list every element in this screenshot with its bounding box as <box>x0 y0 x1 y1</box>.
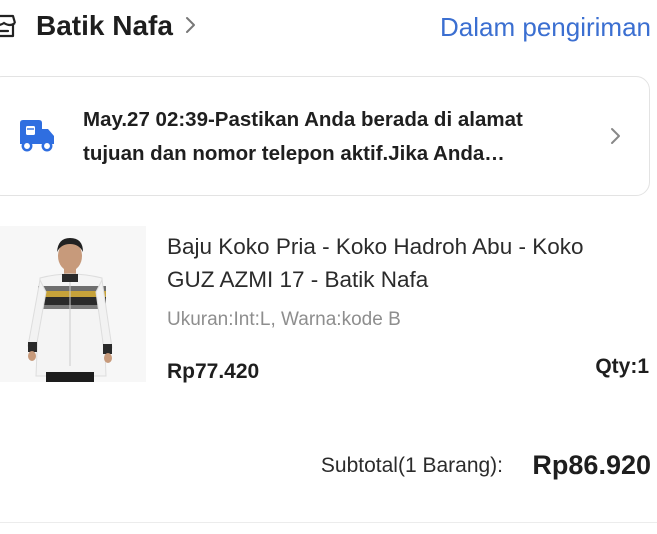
subtotal-row: Subtotal(1 Barang): Rp86.920 <box>0 446 657 486</box>
product-quantity: Qty:1 <box>595 355 649 378</box>
truck-icon <box>17 117 57 153</box>
store-name[interactable]: Batik Nafa <box>36 10 173 42</box>
store-icon <box>0 12 18 40</box>
chevron-right-icon[interactable] <box>609 125 623 147</box>
subtotal-value: Rp86.920 <box>532 450 651 480</box>
subtotal-label: Subtotal(1 Barang): <box>320 454 503 477</box>
divider <box>0 522 657 523</box>
order-status: Dalam pengiriman <box>440 12 651 42</box>
product-item[interactable]: Baju Koko Pria - Koko Hadroh Abu - Koko … <box>0 222 657 392</box>
product-title[interactable]: Baju Koko Pria - Koko Hadroh Abu - Koko … <box>167 230 637 296</box>
product-price: Rp77.420 <box>167 360 260 383</box>
tracking-card[interactable]: May.27 02:39-Pastikan Anda berada di ala… <box>0 76 650 196</box>
chevron-right-icon[interactable] <box>184 14 198 36</box>
tracking-message: May.27 02:39-Pastikan Anda berada di ala… <box>83 108 523 165</box>
product-variant: Ukuran:Int:L, Warna:kode B <box>167 309 401 330</box>
store-header[interactable]: Batik Nafa Dalam pengiriman <box>0 0 657 56</box>
product-photo[interactable] <box>0 226 146 382</box>
